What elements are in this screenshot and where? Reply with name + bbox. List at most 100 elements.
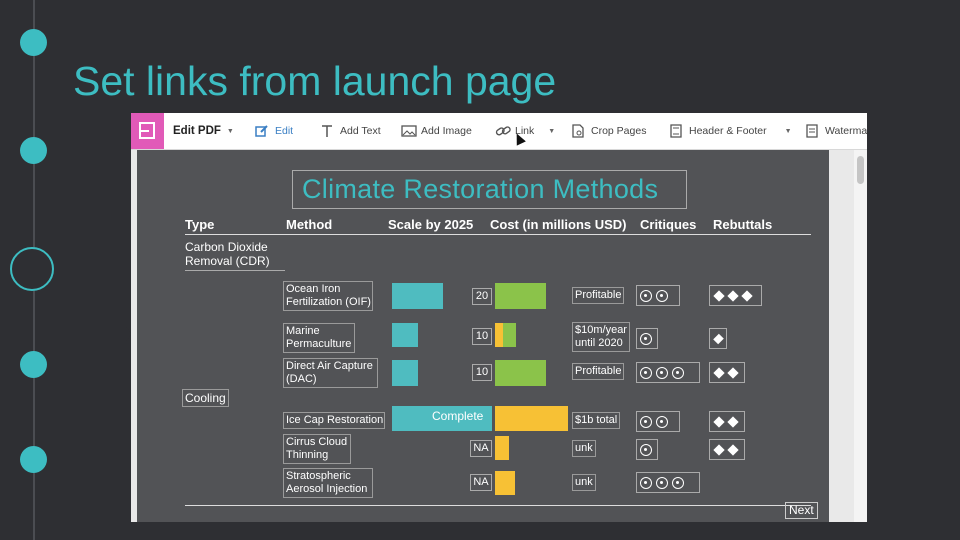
scale-value-6: NA <box>470 474 492 491</box>
type-cooling[interactable]: Cooling <box>182 389 229 407</box>
critiques-row-1[interactable] <box>636 285 680 306</box>
method-row-3[interactable]: Direct Air Capture (DAC) <box>283 358 378 388</box>
critiques-row-4[interactable] <box>636 411 680 432</box>
doc-title: Climate Restoration Methods <box>302 174 659 204</box>
add-text-button[interactable]: Add Text <box>320 113 381 149</box>
rebuttal-icon[interactable] <box>713 289 725 302</box>
rebuttal-icon[interactable] <box>713 443 725 456</box>
next-button[interactable]: Next <box>785 502 818 519</box>
critique-icon[interactable] <box>656 289 668 302</box>
critiques-row-2[interactable] <box>636 328 658 349</box>
method-row-6[interactable]: Stratospheric Aerosol Injection <box>283 468 373 498</box>
text-icon <box>320 124 334 138</box>
header-footer-button[interactable]: Header & Footer ▼ <box>669 113 792 149</box>
critique-icon[interactable] <box>672 476 684 489</box>
app-logo-icon[interactable] <box>131 113 164 149</box>
vertical-scrollbar[interactable] <box>854 150 867 522</box>
rebuttals-row-5[interactable] <box>709 439 745 460</box>
cost-label-2-l2: until 2020 <box>575 337 623 349</box>
method-row-5[interactable]: Cirrus Cloud Thinning <box>283 434 351 464</box>
critiques-row-6[interactable] <box>636 472 700 493</box>
rebuttal-icon[interactable] <box>741 289 753 302</box>
rebuttal-icon[interactable] <box>727 443 739 456</box>
header-critiques: Critiques <box>640 217 697 232</box>
document-canvas[interactable]: Climate Restoration Methods Type Method … <box>131 150 867 522</box>
critiques-row-3[interactable] <box>636 362 700 383</box>
timeline-dot-2[interactable] <box>20 137 47 164</box>
image-icon <box>401 124 417 138</box>
critique-icon[interactable] <box>672 366 684 379</box>
cost-bar-6 <box>495 471 515 495</box>
header-rebuttals: Rebuttals <box>713 217 773 232</box>
cost-bar-5 <box>495 436 509 460</box>
header-footer-icon <box>669 124 683 138</box>
critique-icon[interactable] <box>656 366 668 379</box>
timeline-dot-current[interactable] <box>10 247 54 291</box>
type-cdr[interactable]: Carbon Dioxide Removal (CDR) <box>185 240 285 271</box>
critique-icon[interactable] <box>640 476 652 489</box>
crop-pages-button[interactable]: Crop Pages <box>571 113 646 149</box>
link-button[interactable]: Link ▼ <box>495 113 555 149</box>
cost-bar-3 <box>495 360 546 386</box>
rebuttals-row-4[interactable] <box>709 411 745 432</box>
rebuttals-row-3[interactable] <box>709 362 745 383</box>
add-text-label: Add Text <box>340 125 381 137</box>
scale-value-5: NA <box>470 440 492 457</box>
critiques-row-5[interactable] <box>636 439 658 460</box>
rebuttal-icon[interactable] <box>727 415 739 428</box>
method-row-1-l1: Ocean Iron <box>286 283 341 295</box>
chevron-down-icon: ▼ <box>548 127 556 135</box>
edit-pdf-menu[interactable]: Edit PDF ▼ <box>173 113 234 149</box>
header-method: Method <box>286 217 333 232</box>
pdf-page[interactable]: Climate Restoration Methods Type Method … <box>137 150 829 522</box>
header-footer-label: Header & Footer <box>689 125 767 137</box>
crop-pages-label: Crop Pages <box>591 125 647 137</box>
cost-bar-2a <box>495 323 503 347</box>
add-image-button[interactable]: Add Image <box>401 113 472 149</box>
critique-icon[interactable] <box>640 289 652 302</box>
timeline-dot-5[interactable] <box>20 446 47 473</box>
link-icon <box>495 124 511 138</box>
method-row-4[interactable]: Ice Cap Restoration <box>283 412 385 429</box>
chevron-down-icon: ▼ <box>226 127 234 135</box>
edit-tool-button[interactable]: Edit <box>255 113 293 149</box>
edit-pdf-label: Edit PDF <box>173 125 221 137</box>
type-cdr-line2: Removal (CDR) <box>185 254 270 268</box>
rebuttal-icon[interactable] <box>713 415 725 428</box>
rebuttals-row-2[interactable] <box>709 328 727 349</box>
rebuttals-row-1[interactable] <box>709 285 762 306</box>
scale-bar-2 <box>392 323 418 347</box>
method-row-2[interactable]: Marine Permaculture <box>283 323 355 353</box>
scale-bar-1 <box>392 283 443 309</box>
method-row-6-l1: Stratospheric <box>286 470 351 482</box>
rebuttal-icon[interactable] <box>713 333 724 344</box>
critique-icon[interactable] <box>640 415 652 428</box>
rebuttal-icon[interactable] <box>727 289 739 302</box>
method-row-3-l2: (DAC) <box>286 373 317 385</box>
cost-label-1: Profitable <box>572 287 625 304</box>
header-cost: Cost (in millions USD) <box>490 217 627 232</box>
cost-bar-2b <box>503 323 516 347</box>
rebuttal-icon[interactable] <box>713 366 725 379</box>
critique-icon[interactable] <box>656 415 668 428</box>
watermark-icon <box>805 124 819 138</box>
critique-icon[interactable] <box>640 332 652 345</box>
rebuttal-icon[interactable] <box>727 366 739 379</box>
method-row-1-l2: Fertilization (OIF) <box>286 296 371 308</box>
watermark-label: Watermar <box>825 125 867 137</box>
cost-label-2-l1: $10m/year <box>575 324 627 336</box>
critique-icon[interactable] <box>640 443 652 456</box>
slide-title: Set links from launch page <box>73 58 557 104</box>
cost-bar-4 <box>495 406 568 431</box>
method-row-1[interactable]: Ocean Iron Fertilization (OIF) <box>283 281 373 311</box>
bottom-divider <box>185 505 811 506</box>
watermark-button[interactable]: Watermar <box>805 113 867 149</box>
type-cdr-line1: Carbon Dioxide <box>185 240 268 254</box>
critique-icon[interactable] <box>640 366 652 379</box>
toolbar: Edit PDF ▼ Edit Add Text Add Image Link ▼ <box>131 113 867 150</box>
scale-value-4: Complete <box>432 409 484 423</box>
scrollbar-thumb[interactable] <box>857 156 864 184</box>
timeline-dot-1[interactable] <box>20 29 47 56</box>
timeline-dot-4[interactable] <box>20 351 47 378</box>
critique-icon[interactable] <box>656 476 668 489</box>
